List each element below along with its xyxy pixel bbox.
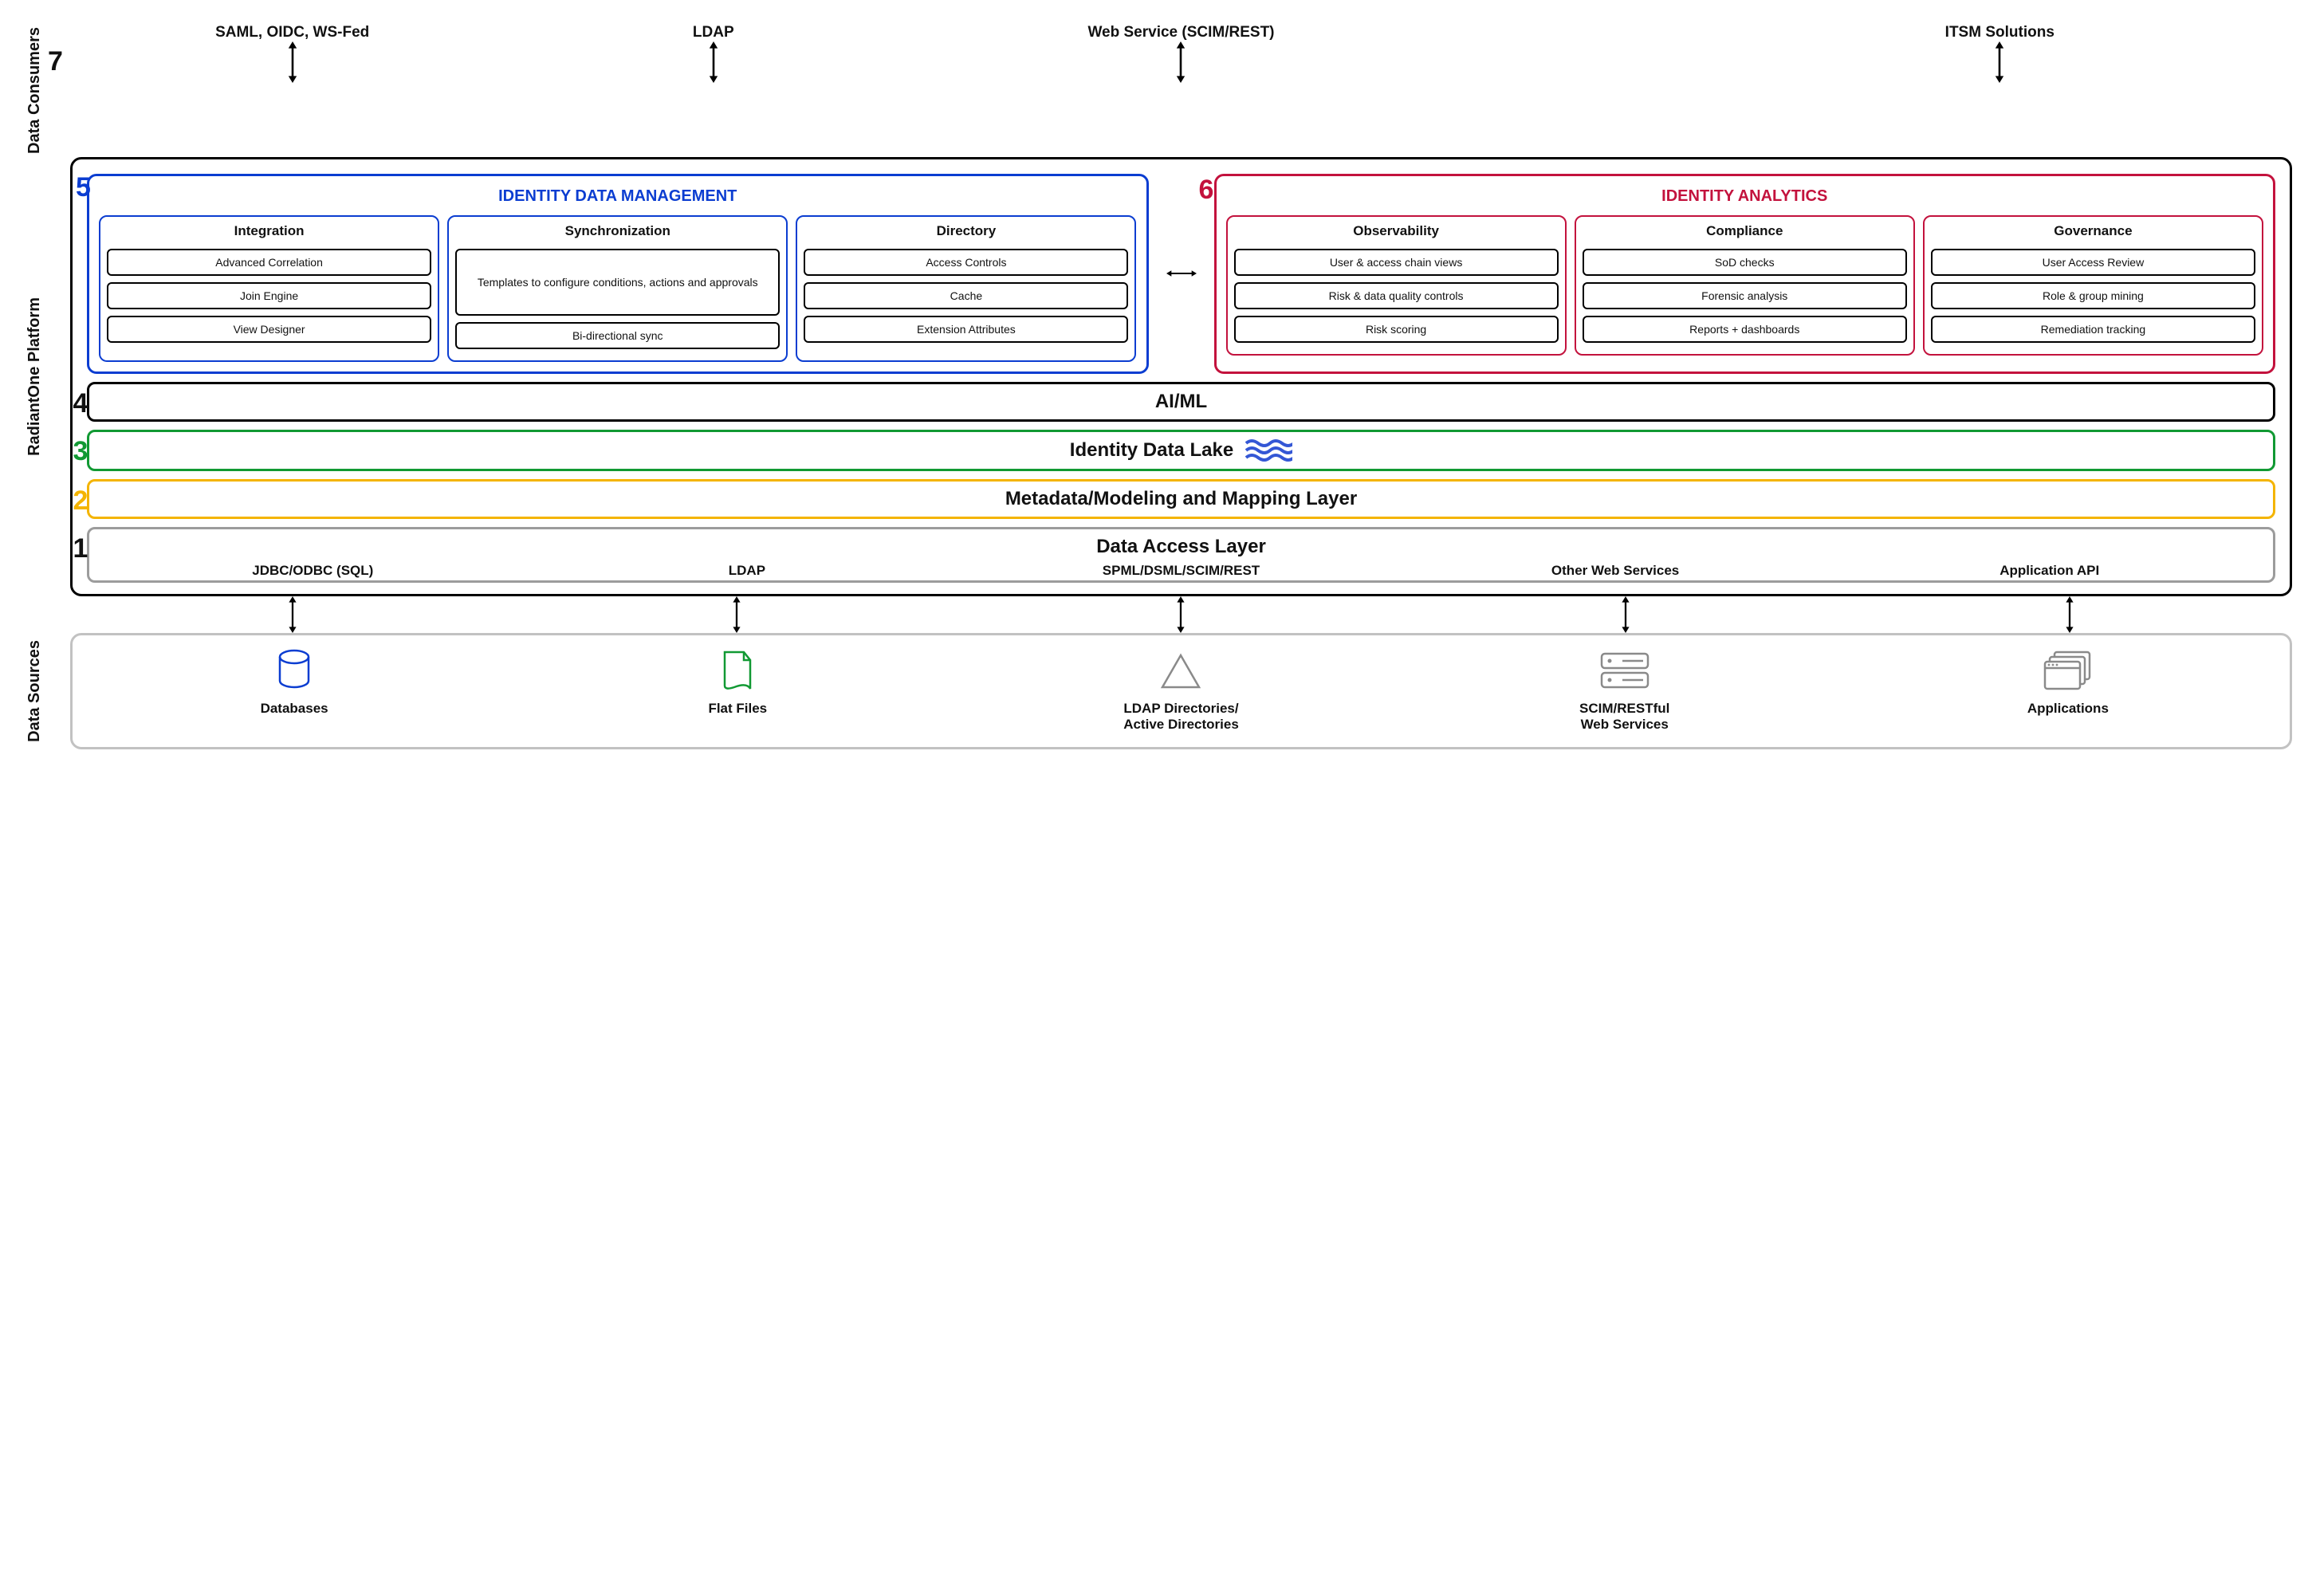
waves-icon <box>1245 438 1292 462</box>
layer-number-7: 7 <box>48 46 63 77</box>
item-risk-scoring: Risk scoring <box>1234 316 1559 343</box>
consumer-web: Web Service (SCIM/REST) <box>912 24 1450 41</box>
pillar-compliance: Compliance SoD checks Forensic analysis … <box>1575 215 1915 356</box>
pillar-directory: Directory Access Controls Cache Extensio… <box>796 215 1136 362</box>
data-sources-container: Databases Flat Files LDAP Directories/ A… <box>70 633 2292 749</box>
source-scim: SCIM/RESTful Web Services <box>1403 701 1846 733</box>
item-templates: Templates to configure conditions, actio… <box>455 249 780 316</box>
source-db: Databases <box>73 701 516 733</box>
item-bidirectional: Bi-directional sync <box>455 322 780 349</box>
layer-number-6: 6 <box>1199 175 1214 206</box>
item-join-engine: Join Engine <box>107 282 431 309</box>
dal-jdbc: JDBC/ODBC (SQL) <box>96 563 530 579</box>
server-icon <box>1403 647 1846 694</box>
item-mining: Role & group mining <box>1931 282 2255 309</box>
pillar-title: Synchronization <box>455 223 780 239</box>
pillar-governance: Governance User Access Review Role & gro… <box>1923 215 2263 356</box>
section-label-platform: RadiantOne Platform <box>26 294 44 459</box>
arrow-icon <box>1166 265 1197 281</box>
layer-number-4: 4 <box>65 388 96 419</box>
applications-icon <box>1846 647 2290 694</box>
database-icon <box>73 647 516 694</box>
pillar-title: Observability <box>1234 223 1559 239</box>
triangle-icon <box>959 647 1402 694</box>
item-sod-checks: SoD checks <box>1583 249 1907 276</box>
item-access-controls: Access Controls <box>804 249 1128 276</box>
item-view-designer: View Designer <box>107 316 431 343</box>
arrow-icon <box>729 596 745 633</box>
consumer-itsm: ITSM Solutions <box>1708 24 2292 41</box>
analytics-title: IDENTITY ANALYTICS <box>1226 187 2264 206</box>
idm-title: IDENTITY DATA MANAGEMENT <box>99 187 1137 206</box>
item-remediation: Remediation tracking <box>1931 316 2255 343</box>
layer-dal: Data Access Layer JDBC/ODBC (SQL) LDAP S… <box>87 527 2275 583</box>
pillar-integration: Integration Advanced Correlation Join En… <box>99 215 439 362</box>
pillar-observability: Observability User & access chain views … <box>1226 215 1567 356</box>
identity-analytics: 6 IDENTITY ANALYTICS Observability User … <box>1214 174 2276 374</box>
item-reports: Reports + dashboards <box>1583 316 1907 343</box>
consumer-saml: SAML, OIDC, WS-Fed <box>70 24 514 41</box>
pillar-title: Integration <box>107 223 431 239</box>
arrow-icon <box>706 41 722 83</box>
identity-data-management: IDENTITY DATA MANAGEMENT Integration Adv… <box>87 174 1149 374</box>
dal-other: Other Web Services <box>1398 563 1833 579</box>
arrow-icon <box>1173 596 1189 633</box>
source-apps: Applications <box>1846 701 2290 733</box>
source-flat: Flat Files <box>516 701 959 733</box>
item-risk-controls: Risk & data quality controls <box>1234 282 1559 309</box>
item-extension-attrs: Extension Attributes <box>804 316 1128 343</box>
flat-file-icon <box>516 647 959 694</box>
arrow-icon <box>1618 596 1634 633</box>
layer-number-3: 3 <box>65 436 96 467</box>
section-label-consumers: Data Consumers <box>26 24 44 157</box>
item-forensic: Forensic analysis <box>1583 282 1907 309</box>
pillar-sync: Synchronization Templates to configure c… <box>447 215 788 362</box>
pillar-title: Compliance <box>1583 223 1907 239</box>
section-label-sources: Data Sources <box>26 637 44 745</box>
layer-number-1: 1 <box>65 533 96 564</box>
source-ldap: LDAP Directories/ Active Directories <box>959 701 1402 733</box>
arrow-icon <box>1992 41 2007 83</box>
consumer-ldap: LDAP <box>514 24 912 41</box>
item-cache: Cache <box>804 282 1128 309</box>
dal-api: Application API <box>1832 563 2267 579</box>
layer-number-2: 2 <box>65 485 96 517</box>
layer-lake: Identity Data Lake <box>87 430 2275 471</box>
item-advanced-correlation: Advanced Correlation <box>107 249 431 276</box>
pillar-title: Governance <box>1931 223 2255 239</box>
dal-spml: SPML/DSML/SCIM/REST <box>964 563 1398 579</box>
item-chain-views: User & access chain views <box>1234 249 1559 276</box>
pillar-title: Directory <box>804 223 1128 239</box>
arrow-icon <box>285 41 301 83</box>
layer-metadata: Metadata/Modeling and Mapping Layer <box>87 479 2275 519</box>
arrow-icon <box>2062 596 2078 633</box>
layer-aiml: AI/ML <box>87 382 2275 422</box>
platform-container: 5 IDENTITY DATA MANAGEMENT Integration A… <box>70 157 2292 596</box>
arrow-icon <box>1173 41 1189 83</box>
arrow-icon <box>285 596 301 633</box>
item-uar: User Access Review <box>1931 249 2255 276</box>
dal-ldap: LDAP <box>530 563 965 579</box>
